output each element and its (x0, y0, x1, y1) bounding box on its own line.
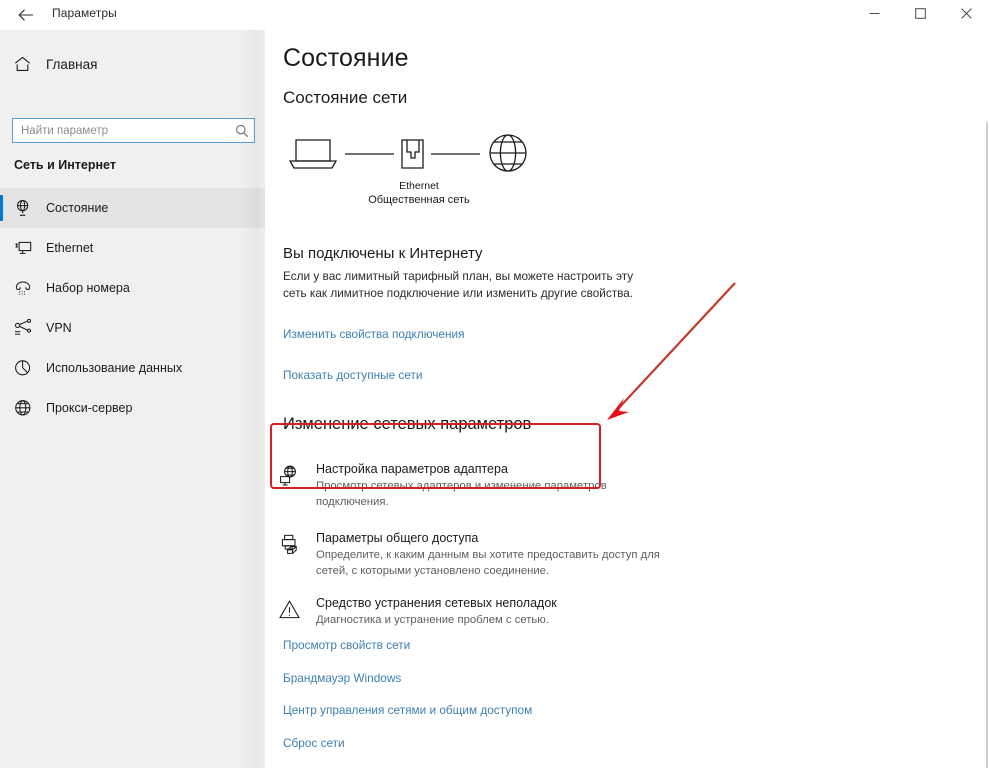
setting-row-sharing-subtitle: Определите, к каким данным вы хотите пре… (316, 549, 660, 577)
link-view-network-properties[interactable]: Просмотр свойств сети (283, 638, 410, 652)
diagram-connection-name: Ethernet (399, 180, 439, 192)
vpn-icon (14, 319, 40, 337)
sidebar-item-status-label: Состояние (46, 201, 109, 215)
sidebar-item-ethernet[interactable]: Ethernet (0, 228, 265, 268)
sidebar-item-data-usage-label: Использование данных (46, 361, 183, 375)
link-network-sharing-center[interactable]: Центр управления сетями и общим доступом (283, 703, 532, 717)
ethernet-port-icon (401, 139, 424, 169)
setting-row-troubleshooter-title: Средство устранения сетевых неполадок (316, 596, 557, 610)
link-change-connection-properties[interactable]: Изменить свойства подключения (283, 327, 465, 341)
home-icon (14, 56, 40, 72)
back-arrow-icon (18, 8, 34, 22)
sidebar-item-dialup-label: Набор номера (46, 281, 130, 295)
vertical-scrollbar[interactable] (986, 122, 988, 768)
search-input[interactable] (13, 119, 230, 142)
adapter-settings-icon (278, 464, 302, 488)
network-diagram: Ethernet Общественная сеть (279, 130, 559, 220)
network-status-icon (14, 199, 40, 217)
settings-window: Параметры Главная Найти параметр Сеть и … (0, 0, 989, 768)
ethernet-monitor-icon (14, 239, 40, 257)
setting-row-adapter-subtitle: Просмотр сетевых адаптеров и изменение п… (316, 480, 607, 508)
sharing-options-icon (278, 533, 302, 557)
data-usage-pie-icon (14, 359, 40, 377)
sidebar-item-ethernet-label: Ethernet (46, 241, 94, 255)
window-controls (851, 0, 989, 30)
connected-body: Если у вас лимитный тарифный план, вы мо… (283, 269, 634, 300)
back-button[interactable] (8, 2, 44, 28)
maximize-button[interactable] (897, 0, 943, 30)
setting-row-sharing-title: Параметры общего доступа (316, 531, 479, 545)
maximize-icon (914, 6, 926, 24)
sidebar-item-home[interactable]: Главная (0, 47, 265, 81)
sidebar-group-title: Сеть и Интернет (14, 158, 116, 172)
sidebar: Главная Сеть и Интернет Сост (0, 30, 265, 768)
sidebar-item-proxy[interactable]: Прокси-сервер (0, 388, 265, 428)
window-title: Параметры (52, 6, 117, 20)
close-button[interactable] (943, 0, 989, 30)
sidebar-item-vpn-label: VPN (46, 321, 72, 335)
minimize-button[interactable] (851, 0, 897, 30)
change-settings-heading: Изменение сетевых параметров (283, 415, 532, 433)
connected-heading: Вы подключены к Интернету (283, 245, 483, 262)
search-box[interactable] (12, 118, 255, 143)
title-bar: Параметры (0, 0, 989, 30)
dial-up-phone-icon (14, 279, 40, 297)
close-icon (960, 6, 972, 24)
sidebar-item-home-label: Главная (46, 56, 98, 72)
link-windows-firewall[interactable]: Брандмауэр Windows (283, 671, 401, 685)
minimize-icon (869, 6, 880, 24)
sidebar-item-vpn[interactable]: VPN (0, 308, 265, 348)
sidebar-item-status[interactable]: Состояние (0, 188, 265, 228)
diagram-network-type: Общественная сеть (368, 194, 470, 206)
troubleshooter-warning-icon (278, 598, 302, 622)
setting-row-adapter-title: Настройка параметров адаптера (316, 462, 508, 476)
main-content: Состояние Состояние сети Ethernet Общест… (265, 30, 989, 768)
link-show-available-networks[interactable]: Показать доступные сети (283, 368, 422, 382)
sidebar-item-data-usage[interactable]: Использование данных (0, 348, 265, 388)
network-status-heading: Состояние сети (283, 88, 408, 107)
sidebar-item-dialup[interactable]: Набор номера (0, 268, 265, 308)
setting-row-troubleshooter-subtitle: Диагностика и устранение проблем с сетью… (316, 614, 549, 626)
proxy-globe-icon (14, 399, 40, 417)
sidebar-item-proxy-label: Прокси-сервер (46, 401, 133, 415)
globe-icon (489, 134, 527, 172)
link-network-reset[interactable]: Сброс сети (283, 736, 345, 750)
sidebar-nav-list: Состояние Ethernet Набор номера VPN Испо… (0, 188, 265, 428)
laptop-icon (288, 139, 338, 169)
page-title: Состояние (283, 44, 409, 72)
search-icon[interactable] (230, 124, 254, 138)
